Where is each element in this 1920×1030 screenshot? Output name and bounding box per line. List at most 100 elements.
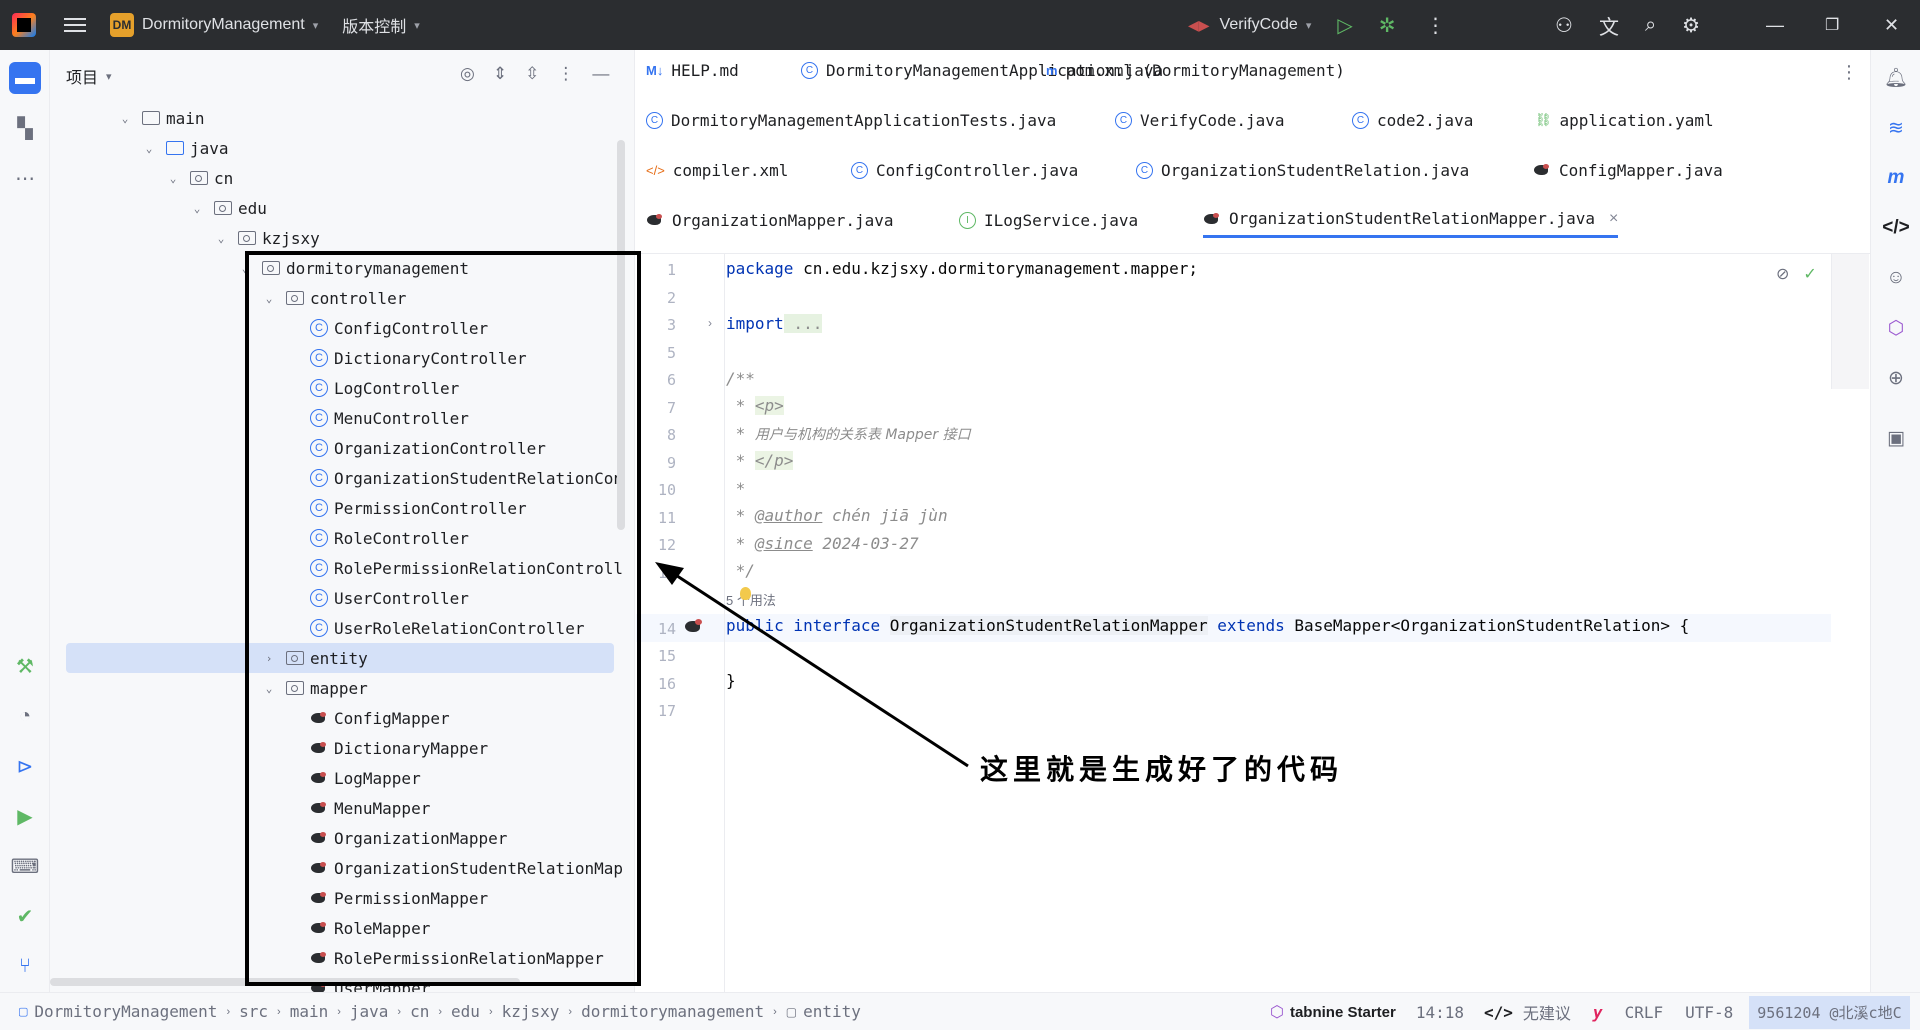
suggestions-status[interactable]: 无建议 [1523,1000,1571,1024]
tab-help-md[interactable]: M↓ HELP.md [646,52,739,88]
more-actions-icon[interactable]: ⋮ [1426,13,1446,38]
build-hammer-icon[interactable]: ⚒ [9,650,41,682]
tabnine-status[interactable]: tabnine Starter [1290,1004,1396,1021]
tab-application-yaml[interactable]: ⛓ application.yaml [1535,102,1714,138]
caret-position[interactable]: 14:18 [1416,1003,1464,1022]
chevron-right-icon: › [397,1005,402,1018]
chevron-down-icon[interactable]: ⌄ [190,202,204,215]
tab-compiler-xml[interactable]: </> compiler.xml [646,152,788,188]
tabnine-icon[interactable]: ⬡ [1270,1002,1284,1022]
fold-toggle-icon[interactable]: › [708,316,712,330]
tree-item-java[interactable]: ⌄ java [142,133,229,163]
chevron-down-icon[interactable]: ⌄ [166,172,180,185]
chevron-down-icon[interactable]: ▾ [313,19,319,32]
plugin-y-icon[interactable]: y [1593,1003,1603,1022]
tab-pom-xml-dormitorymanagement-[interactable]: m pom.xml (DormitoryManagement) [1046,52,1345,88]
run-config-selector[interactable]: VerifyCode [1220,16,1298,34]
close-window-icon[interactable]: ✕ [1884,0,1899,50]
chevron-down-icon[interactable]: ▾ [106,70,112,83]
breadcrumb-item[interactable]: src [239,1002,268,1021]
tab-organizationstudentrelation-java[interactable]: C OrganizationStudentRelation.java [1136,152,1469,188]
globe-icon[interactable]: ⊕ [1880,362,1912,394]
tree-item-main[interactable]: ⌄ main [118,103,205,133]
tab-configcontroller-java[interactable]: C ConfigController.java [851,152,1078,188]
tab-organizationstudentrelationmapper-java[interactable]: OrganizationStudentRelationMapper.java × [1203,202,1619,238]
tab-dormitorymanagementapplicationtests-java[interactable]: C DormitoryManagementApplicationTests.jav… [646,102,1056,138]
tab-verifycode-java[interactable]: C VerifyCode.java [1115,102,1285,138]
terminal-icon[interactable]: ⌨ [9,850,41,882]
more-tools-icon[interactable]: ⋯ [9,162,41,194]
project-panel-title[interactable]: 项目 [66,64,98,88]
breadcrumb-item[interactable]: java [350,1002,389,1021]
restore-icon[interactable]: ❐ [1825,0,1839,50]
tree-item-cn[interactable]: ⌄ cn [166,163,234,193]
minimize-icon[interactable]: — [1766,0,1784,50]
ai-assistant-icon[interactable]: ▣ [1880,422,1912,454]
project-badge[interactable]: DM [110,13,134,37]
run-tool-icon[interactable]: ▶ [9,800,41,832]
expand-all-icon[interactable]: ⇕ [493,64,507,84]
settings-gear-icon[interactable]: ⚙ [1682,13,1700,38]
git-branch-icon[interactable]: ⑂ [9,950,41,982]
tab-code2-java[interactable]: Ccode2.java [1352,102,1473,138]
collapse-all-icon[interactable]: ⇳ [525,64,539,84]
run-icon[interactable]: ▷ [1337,13,1352,38]
tree-item-edu[interactable]: ⌄ edu [190,193,267,223]
tab-ilogservice-java[interactable]: I ILogService.java [959,202,1138,238]
profiler-icon[interactable]: ◔ [9,700,41,732]
plugin-cube-icon[interactable]: ⬡ [1880,312,1912,344]
file-encoding[interactable]: UTF-8 [1685,1003,1733,1022]
vcs-menu[interactable]: 版本控制 [342,13,406,37]
services-icon[interactable]: ⊳ [9,750,41,782]
tab-label: OrganizationStudentRelation.java [1161,160,1470,180]
debug-icon[interactable]: ✲ [1379,13,1396,38]
endpoints-status-icon[interactable]: </> [1484,1003,1513,1022]
tab-organizationmapper-java[interactable]: OrganizationMapper.java [646,202,894,238]
tree-item-label: cn [214,168,234,188]
breadcrumb-item[interactable]: cn [410,1002,429,1021]
chevron-down-icon[interactable]: ▾ [414,19,420,32]
inspection-ok-check-icon[interactable]: ✓ [1803,264,1816,284]
breadcrumb-item[interactable]: dormitorymanagement [581,1002,764,1021]
breadcrumb-item[interactable]: main [290,1002,329,1021]
intention-bulb-icon[interactable] [740,587,751,600]
line-separator[interactable]: CRLF [1625,1003,1664,1022]
search-icon[interactable]: ⌕ [1645,14,1656,37]
hide-panel-icon[interactable]: — [592,64,609,84]
code-editor[interactable]: ⊘ ✓ 1 2 3 5 6 7 8 9 10 11 12 13 14 15 16… [636,254,1870,992]
chevron-down-icon[interactable]: ⌄ [142,142,156,155]
notifications-bell-icon[interactable]: 🔔︎ [1880,62,1912,94]
breadcrumb-item[interactable]: kzjsxy [502,1002,560,1021]
tree-item-kzjsxy[interactable]: ⌄ kzjsxy [214,223,320,253]
endpoints-icon[interactable]: </> [1880,212,1912,244]
mybatis-mapper-icon [1203,212,1221,226]
locate-icon[interactable]: ◎ [460,64,475,84]
problems-check-icon[interactable]: ✔ [9,900,41,932]
close-tab-icon[interactable]: × [1609,210,1618,228]
structure-icon[interactable]: ▚ [9,112,41,144]
project-folder-icon[interactable]: ▬ [9,62,41,94]
chevron-down-icon[interactable]: ▾ [1306,19,1312,32]
tabs-more-icon[interactable]: ⋮ [1840,62,1858,83]
reader-mode-eye-icon[interactable]: ⊘ [1776,264,1789,284]
copilot-icon[interactable]: ☺ [1880,262,1912,294]
mybatis-bird-icon[interactable] [684,618,704,636]
breadcrumb-item[interactable]: edu [451,1002,480,1021]
maven-icon[interactable]: m [1880,162,1912,194]
database-icon[interactable]: ≋ [1880,112,1912,144]
breadcrumb-item[interactable]: DormitoryManagement [34,1002,217,1021]
options-icon[interactable]: ⋮ [557,64,574,84]
project-name[interactable]: DormitoryManagement [142,16,305,34]
line-number: 6 [666,371,676,389]
chevron-down-icon[interactable]: ⌄ [118,112,132,125]
main-menu-icon[interactable] [64,18,86,32]
translate-icon[interactable]: 文 [1599,11,1619,40]
chevron-down-icon[interactable]: ⌄ [214,232,228,245]
minimap[interactable] [1831,254,1869,389]
code-line-import: import ... [726,314,823,333]
account-icon[interactable]: ⚇ [1555,13,1573,38]
breadcrumb-item[interactable]: entity [803,1002,861,1021]
code-line-close-brace: } [726,671,736,690]
folder-icon [142,111,160,125]
tab-configmapper-java[interactable]: ConfigMapper.java [1533,152,1723,188]
